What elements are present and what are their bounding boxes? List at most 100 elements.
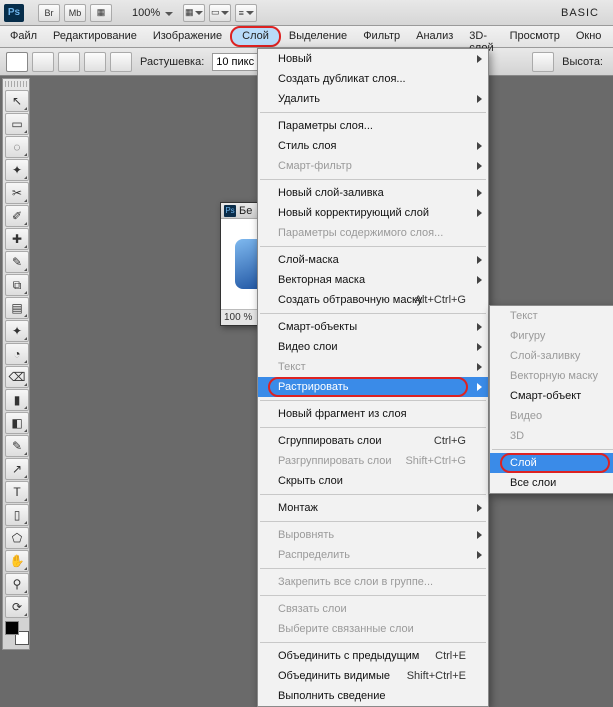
tool-3[interactable]: ✦ <box>5 159 29 181</box>
menu-3d-слой[interactable]: 3D-слой <box>461 26 501 47</box>
layer-menu-item-19[interactable]: Растрировать <box>258 377 488 397</box>
layer-menu-item-37[interactable]: Объединить с предыдущимCtrl+E <box>258 646 488 666</box>
layer-menu-item-0[interactable]: Новый <box>258 49 488 69</box>
menu-item-label: Выполнить сведение <box>278 690 386 702</box>
menu-item-label: Стиль слоя <box>278 140 336 152</box>
tool-7[interactable]: ✎ <box>5 251 29 273</box>
menu-item-label: Новый корректирующий слой <box>278 207 429 219</box>
minibridge-button[interactable]: Mb <box>64 4 86 22</box>
color-swatches[interactable] <box>5 621 29 645</box>
tool-4[interactable]: ✂ <box>5 182 29 204</box>
selection-new-icon[interactable] <box>32 52 54 72</box>
rasterize-menu-item-9[interactable]: Все слои <box>490 473 613 493</box>
menu-файл[interactable]: Файл <box>2 26 45 47</box>
layer-menu-item-6: Смарт-фильтр <box>258 156 488 176</box>
extras-button[interactable]: ▭ <box>209 4 231 22</box>
menu-фильтр[interactable]: Фильтр <box>355 26 408 47</box>
layer-menu-item-14[interactable]: Создать обтравочную маскуAlt+Ctrl+G <box>258 290 488 310</box>
guides-button[interactable]: ≡ <box>235 4 257 22</box>
menu-shortcut: Ctrl+E <box>435 650 466 662</box>
tool-5[interactable]: ✐ <box>5 205 29 227</box>
tool-9[interactable]: ▤ <box>5 297 29 319</box>
layer-menu-item-35: Выберите связанные слои <box>258 619 488 639</box>
submenu-arrow-icon <box>477 209 482 217</box>
layer-menu-separator <box>260 400 486 401</box>
layer-menu-item-17[interactable]: Видео слои <box>258 337 488 357</box>
submenu-arrow-icon <box>477 256 482 264</box>
menu-item-label: Текст <box>278 361 306 373</box>
tool-13[interactable]: ▮ <box>5 389 29 411</box>
tool-22[interactable]: ⟳ <box>5 596 29 618</box>
layer-menu-item-4[interactable]: Параметры слоя... <box>258 116 488 136</box>
tool-12[interactable]: ⌫ <box>5 366 29 388</box>
tool-8[interactable]: ⧉ <box>5 274 29 296</box>
layer-menu-item-39[interactable]: Выполнить сведение <box>258 686 488 706</box>
arrange-button[interactable]: ▦ <box>183 4 205 22</box>
layer-menu-item-23[interactable]: Сгруппировать слоиCtrl+G <box>258 431 488 451</box>
layer-menu-separator <box>260 595 486 596</box>
selection-add-icon[interactable] <box>58 52 80 72</box>
layer-menu-item-21[interactable]: Новый фрагмент из слоя <box>258 404 488 424</box>
toolbox-grip[interactable] <box>5 81 27 87</box>
menu-изображение[interactable]: Изображение <box>145 26 230 47</box>
tool-16[interactable]: ↗ <box>5 458 29 480</box>
tool-2[interactable]: ◌ <box>5 136 29 158</box>
layer-menu-item-34: Связать слои <box>258 599 488 619</box>
layer-menu-item-9[interactable]: Новый корректирующий слой <box>258 203 488 223</box>
tool-19[interactable]: ⬠ <box>5 527 29 549</box>
tool-10[interactable]: ✦ <box>5 320 29 342</box>
tool-15[interactable]: ✎ <box>5 435 29 457</box>
layer-menu-item-10: Параметры содержимого слоя... <box>258 223 488 243</box>
layer-menu-item-13[interactable]: Векторная маска <box>258 270 488 290</box>
refine-edge-button[interactable] <box>532 52 554 72</box>
workspace-switcher[interactable]: BASIC <box>561 7 609 19</box>
layer-menu-item-38[interactable]: Объединить видимыеShift+Ctrl+E <box>258 666 488 686</box>
layer-menu-item-5[interactable]: Стиль слоя <box>258 136 488 156</box>
tool-21[interactable]: ⚲ <box>5 573 29 595</box>
submenu-arrow-icon <box>477 323 482 331</box>
selection-subtract-icon[interactable] <box>84 52 106 72</box>
rasterize-menu-item-3: Векторную маску <box>490 366 613 386</box>
menu-слой[interactable]: Слой <box>230 26 281 47</box>
selection-intersect-icon[interactable] <box>110 52 132 72</box>
menu-item-label: Векторная маска <box>278 274 365 286</box>
tool-18[interactable]: ▯ <box>5 504 29 526</box>
rasterize-menu-item-4[interactable]: Смарт-объект <box>490 386 613 406</box>
menu-окно[interactable]: Окно <box>568 26 610 47</box>
tool-0[interactable]: ↖ <box>5 90 29 112</box>
tool-preset-button[interactable] <box>6 52 28 72</box>
zoom-level[interactable]: 100% <box>126 7 179 19</box>
tool-14[interactable]: ◧ <box>5 412 29 434</box>
menu-item-label: Выровнять <box>278 529 334 541</box>
tool-1[interactable]: ▭ <box>5 113 29 135</box>
layer-menu-separator <box>260 521 486 522</box>
layer-menu-dropdown[interactable]: НовыйСоздать дубликат слоя...Удалить Пара… <box>257 48 489 707</box>
document-title: Бе <box>239 205 252 217</box>
menu-просмотр[interactable]: Просмотр <box>502 26 568 47</box>
layer-menu-item-16[interactable]: Смарт-объекты <box>258 317 488 337</box>
menu-item-label: Слой <box>510 457 537 469</box>
menu-редактирование[interactable]: Редактирование <box>45 26 145 47</box>
layer-menu-item-12[interactable]: Слой-маска <box>258 250 488 270</box>
tool-17[interactable]: T <box>5 481 29 503</box>
layer-menu-item-27[interactable]: Монтаж <box>258 498 488 518</box>
screenmode-button[interactable]: ▦ <box>90 4 112 22</box>
layer-menu-item-24: Разгруппировать слоиShift+Ctrl+G <box>258 451 488 471</box>
menu-анализ[interactable]: Анализ <box>408 26 461 47</box>
rasterize-menu-item-1: Фигуру <box>490 326 613 346</box>
layer-menu-item-1[interactable]: Создать дубликат слоя... <box>258 69 488 89</box>
menu-выделение[interactable]: Выделение <box>281 26 355 47</box>
rasterize-submenu[interactable]: ТекстФигуруСлой-заливкуВекторную маскуСм… <box>489 305 613 494</box>
rasterize-menu-item-8[interactable]: Слой <box>490 453 613 473</box>
bridge-button[interactable]: Br <box>38 4 60 22</box>
layer-menu-item-8[interactable]: Новый слой-заливка <box>258 183 488 203</box>
menu-item-label: Параметры слоя... <box>278 120 373 132</box>
menu-item-label: Видео слои <box>278 341 338 353</box>
tool-20[interactable]: ✋ <box>5 550 29 572</box>
layer-menu-item-2[interactable]: Удалить <box>258 89 488 109</box>
menu-item-label: Растрировать <box>278 381 349 393</box>
tool-11[interactable]: ◔ <box>5 343 29 365</box>
tool-6[interactable]: ✚ <box>5 228 29 250</box>
menu-справка[interactable]: Справка <box>609 26 613 47</box>
layer-menu-item-25[interactable]: Скрыть слои <box>258 471 488 491</box>
